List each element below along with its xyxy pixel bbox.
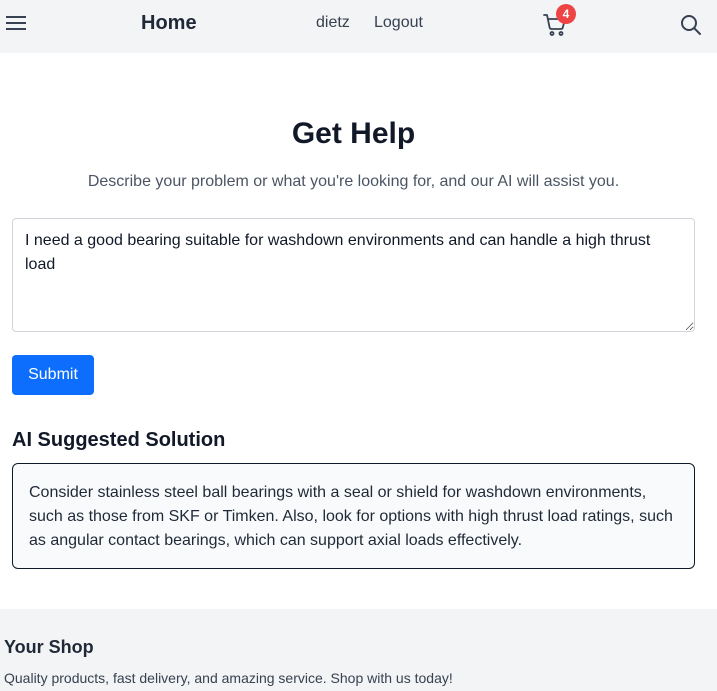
cart-count-badge: 4	[556, 4, 576, 24]
search-icon[interactable]	[680, 14, 702, 36]
page-subtitle: Describe your problem or what you're loo…	[87, 173, 620, 190]
problem-description-input[interactable]: I need a good bearing suitable for washd…	[12, 218, 695, 332]
ai-solution-text: Consider stainless steel ball bearings w…	[29, 484, 673, 549]
footer-tagline: Quality products, fast delivery, and ama…	[4, 670, 453, 686]
ai-solution-box: Consider stainless steel ball bearings w…	[12, 463, 695, 569]
home-link[interactable]: Home	[141, 12, 197, 35]
hamburger-menu-icon[interactable]	[6, 14, 26, 32]
page-title: Get Help	[291, 117, 416, 150]
username-label: dietz	[316, 14, 350, 31]
footer: Your Shop Quality products, fast deliver…	[0, 609, 717, 691]
ai-solution-heading: AI Suggested Solution	[12, 429, 226, 451]
footer-title: Your Shop	[4, 637, 94, 657]
top-navbar: Home dietz Logout 4	[0, 0, 717, 53]
submit-button[interactable]: Submit	[12, 355, 94, 395]
logout-link[interactable]: Logout	[374, 14, 423, 32]
